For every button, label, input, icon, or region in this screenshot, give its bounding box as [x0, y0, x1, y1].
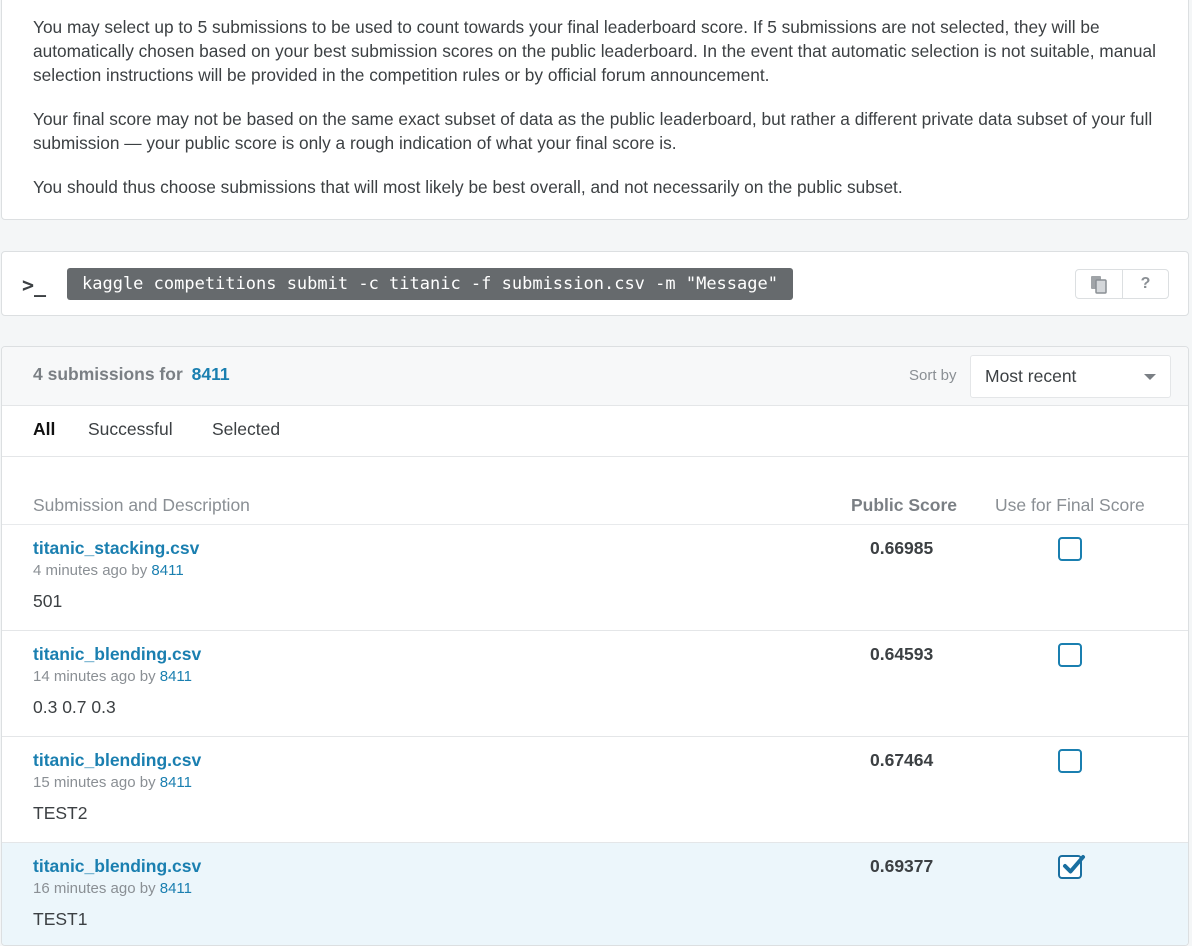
- submission-meta: 15 minutes ago by 8411: [33, 774, 192, 791]
- submission-description: 0.3 0.7 0.3: [33, 697, 116, 717]
- submission-meta: 16 minutes ago by 8411: [33, 880, 192, 897]
- submission-user-link[interactable]: 8411: [160, 668, 192, 685]
- final-score-checkbox[interactable]: [1058, 749, 1082, 773]
- submission-time: 15 minutes ago by: [33, 774, 156, 791]
- final-score-checkbox[interactable]: [1058, 643, 1082, 667]
- submission-row: titanic_blending.csv 15 minutes ago by 8…: [2, 737, 1188, 843]
- submissions-header: 4 submissions for 8411 Sort by Most rece…: [2, 347, 1188, 406]
- chevron-down-icon: [1144, 374, 1156, 380]
- submission-time: 4 minutes ago by: [33, 562, 148, 579]
- sort-select[interactable]: Most recent: [970, 355, 1171, 398]
- submission-meta: 14 minutes ago by 8411: [33, 668, 192, 685]
- submissions-count-text: 4 submissions for: [33, 364, 183, 384]
- tab-selected[interactable]: Selected: [212, 419, 280, 440]
- submission-user-link[interactable]: 8411: [160, 880, 192, 897]
- submission-file-link[interactable]: titanic_blending.csv: [33, 750, 201, 771]
- terminal-prompt-icon: >_: [22, 273, 47, 297]
- submission-filter-tabs: All Successful Selected: [2, 406, 1188, 457]
- submission-description: TEST1: [33, 909, 88, 929]
- info-paragraph: You should thus choose submissions that …: [33, 177, 903, 197]
- submission-meta: 4 minutes ago by 8411: [33, 562, 184, 579]
- api-command-text[interactable]: kaggle competitions submit -c titanic -f…: [67, 268, 793, 300]
- final-score-checkbox-checked[interactable]: [1058, 855, 1085, 879]
- sort-by-label: Sort by: [909, 367, 957, 384]
- api-command-card: >_ kaggle competitions submit -c titanic…: [1, 251, 1189, 316]
- submission-description: TEST2: [33, 803, 88, 823]
- submissions-count: 4 submissions for 8411: [33, 364, 230, 385]
- submission-row: titanic_blending.csv 14 minutes ago by 8…: [2, 631, 1188, 737]
- submission-file-link[interactable]: titanic_blending.csv: [33, 644, 201, 665]
- column-header-final-score: Use for Final Score: [995, 495, 1145, 515]
- command-action-group: ?: [1075, 269, 1169, 299]
- team-link[interactable]: 8411: [192, 364, 230, 384]
- help-button[interactable]: ?: [1121, 270, 1168, 298]
- sort-select-value: Most recent: [985, 366, 1077, 386]
- tab-successful[interactable]: Successful: [88, 419, 173, 440]
- submissions-panel: 4 submissions for 8411 Sort by Most rece…: [1, 346, 1189, 946]
- column-header-public-score[interactable]: Public Score: [851, 495, 957, 516]
- submission-time: 14 minutes ago by: [33, 668, 156, 685]
- submission-user-link[interactable]: 8411: [151, 562, 183, 579]
- checkmark-icon: [1063, 855, 1085, 874]
- submission-user-link[interactable]: 8411: [160, 774, 192, 791]
- info-paragraph: Your final score may not be based on the…: [33, 109, 1153, 153]
- copy-icon[interactable]: [1076, 270, 1122, 298]
- public-score: 0.64593: [870, 644, 934, 664]
- copy-icon-glyph: [1090, 276, 1107, 294]
- public-score: 0.67464: [870, 750, 934, 770]
- submission-row-selected: titanic_blending.csv 16 minutes ago by 8…: [2, 843, 1188, 945]
- final-score-checkbox[interactable]: [1058, 537, 1082, 561]
- public-score: 0.66985: [870, 538, 934, 558]
- final-score-info-card: You may select up to 5 submissions to be…: [1, 0, 1189, 220]
- submission-time: 16 minutes ago by: [33, 880, 156, 897]
- submission-file-link[interactable]: titanic_stacking.csv: [33, 538, 199, 559]
- column-header-description: Submission and Description: [33, 495, 250, 515]
- submission-row: titanic_stacking.csv 4 minutes ago by 84…: [2, 525, 1188, 631]
- tab-all[interactable]: All: [33, 419, 55, 440]
- info-paragraph: You may select up to 5 submissions to be…: [33, 17, 1156, 85]
- submission-file-link[interactable]: titanic_blending.csv: [33, 856, 201, 877]
- public-score: 0.69377: [870, 856, 934, 876]
- submission-description: 501: [33, 591, 63, 611]
